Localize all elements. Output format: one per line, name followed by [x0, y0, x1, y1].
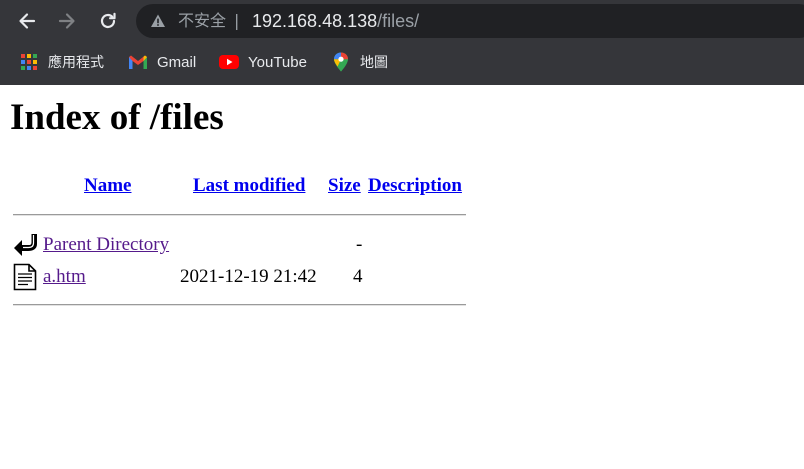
column-header-description: Description — [368, 175, 462, 197]
bookmark-youtube[interactable]: YouTube — [219, 50, 307, 74]
parent-directory-link[interactable]: Parent Directory — [43, 234, 169, 255]
browser-toolbar: 不安全 | 192.168.48.138/files/ — [0, 0, 804, 42]
column-header-last-modified: Last modified — [193, 175, 305, 197]
bookmark-label: YouTube — [248, 53, 307, 71]
url-separator: | — [234, 11, 240, 30]
reload-button[interactable] — [94, 7, 122, 35]
bookmarks-bar: 應用程式 Gmail YouTube 地圖 — [0, 42, 804, 82]
browser-chrome: 不安全 | 192.168.48.138/files/ 應用程式 Gmail Y… — [0, 0, 804, 85]
sort-by-name-link[interactable]: Name — [84, 175, 131, 196]
text-file-icon — [13, 263, 37, 296]
back-button[interactable] — [13, 7, 41, 35]
arrow-left-icon — [19, 13, 36, 29]
warning-icon[interactable] — [150, 13, 166, 29]
file-link-a-htm[interactable]: a.htm — [43, 266, 86, 287]
maps-icon — [331, 52, 351, 72]
bookmark-label: 地圖 — [360, 55, 388, 71]
forward-button[interactable] — [53, 7, 81, 35]
file-name-cell: Parent Directory — [43, 234, 169, 256]
page-content: Index of /files Name Last modified Size … — [0, 85, 804, 469]
reload-icon — [100, 12, 116, 29]
sort-by-last-modified-link[interactable]: Last modified — [193, 175, 305, 196]
address-bar[interactable]: 不安全 | 192.168.48.138/files/ — [136, 4, 804, 38]
bookmark-maps[interactable]: 地圖 — [331, 50, 388, 74]
column-header-name: Name — [84, 175, 131, 197]
url-host: 192.168.48.138 — [252, 11, 378, 31]
bookmark-gmail[interactable]: Gmail — [128, 50, 196, 74]
bookmark-label: Gmail — [157, 53, 197, 71]
size-cell: - — [356, 234, 363, 255]
footer-divider — [13, 304, 466, 306]
apps-grid-icon — [19, 52, 39, 72]
sort-by-description-link[interactable]: Description — [368, 175, 462, 196]
page-title: Index of /files — [10, 97, 224, 138]
last-modified-cell: 2021-12-19 21:42 — [180, 266, 317, 287]
header-divider — [13, 214, 466, 216]
url-text[interactable]: 192.168.48.138/files/ — [252, 10, 419, 32]
gmail-icon — [128, 52, 148, 72]
file-name-cell: a.htm — [43, 266, 86, 288]
back-arrow-icon — [13, 232, 39, 263]
url-path: /files/ — [377, 11, 420, 31]
security-label[interactable]: 不安全 — [178, 11, 226, 31]
size-cell: 4 — [353, 266, 363, 287]
bookmark-apps[interactable]: 應用程式 — [19, 50, 104, 74]
youtube-icon — [219, 52, 239, 72]
arrow-right-icon — [58, 13, 75, 29]
sort-by-size-link[interactable]: Size — [328, 175, 361, 196]
bookmark-label: 應用程式 — [48, 55, 104, 71]
column-header-size: Size — [328, 175, 361, 197]
